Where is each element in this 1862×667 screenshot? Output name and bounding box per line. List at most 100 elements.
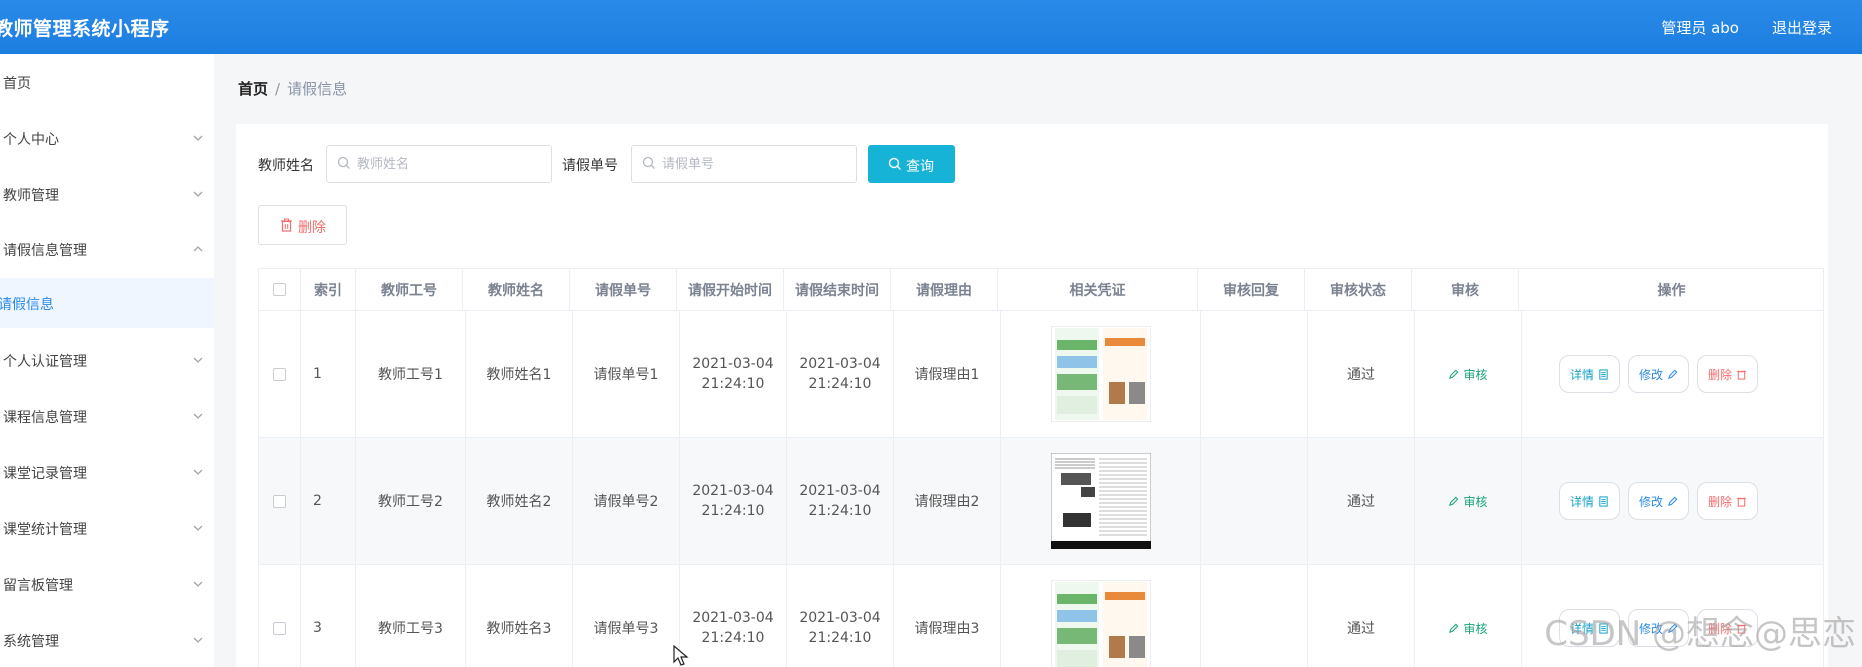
- sidebar-item-8[interactable]: 课堂统计管理: [0, 500, 214, 556]
- newspaper-thumbnail-icon[interactable]: [1050, 326, 1151, 422]
- row-checkbox[interactable]: [273, 621, 286, 635]
- cell-attachment: [1001, 438, 1201, 564]
- cell-reason: 请假理由2: [894, 438, 1001, 564]
- cell-leave-no: 请假单号3: [573, 565, 680, 667]
- chevron-down-icon: [193, 581, 203, 587]
- chevron-down-icon: [193, 413, 203, 419]
- search-icon: [888, 157, 901, 170]
- audit-label: 审核: [1463, 367, 1488, 382]
- cell-index: 3: [301, 565, 356, 667]
- trash-icon: [1736, 370, 1747, 380]
- sidebar-item-5[interactable]: 个人认证管理: [0, 332, 214, 388]
- audit-label: 审核: [1463, 494, 1488, 509]
- cell-teacher-name: 教师姓名3: [466, 565, 573, 667]
- chevron-up-icon: [193, 246, 203, 252]
- sidebar-item-label: 课程信息管理: [3, 410, 87, 426]
- sidebar-item-9[interactable]: 留言板管理: [0, 556, 214, 612]
- sidebar-item-1[interactable]: 个人中心: [0, 110, 214, 166]
- index-value: 2: [313, 493, 322, 509]
- table-row: 2 教师工号2 教师姓名2 请假单号2 2021-03-04 21:24:10 2021-0…: [259, 438, 1823, 565]
- audit-label: 审核: [1463, 621, 1488, 636]
- delete-button-label: 删除: [1707, 494, 1732, 509]
- teacher-id-value: 教师工号2: [378, 494, 443, 510]
- sidebar-item-3[interactable]: 请假信息管理: [0, 221, 214, 277]
- end-time: 21:24:10: [808, 503, 872, 519]
- reason-value: 请假理由3: [914, 621, 980, 637]
- document-thumbnail-icon[interactable]: [1050, 453, 1151, 549]
- detail-button[interactable]: 详情: [1559, 482, 1620, 520]
- search-icon: [337, 156, 350, 169]
- detail-button[interactable]: 详情: [1559, 355, 1620, 393]
- edit-icon: [1449, 496, 1459, 506]
- edit-button[interactable]: 修改: [1628, 482, 1689, 520]
- delete-button[interactable]: 删除: [1697, 482, 1758, 520]
- delete-button[interactable]: 删除: [1697, 355, 1758, 393]
- sidebar-item-4[interactable]: 请假信息: [0, 278, 214, 328]
- sidebar-item-7[interactable]: 课堂记录管理: [0, 444, 214, 500]
- bulk-delete-button[interactable]: 删除: [258, 205, 347, 245]
- query-button[interactable]: 查询: [868, 145, 955, 183]
- column-header: 请假单号: [570, 269, 677, 310]
- teacher-name-label: 教师姓名: [258, 158, 314, 174]
- select-all-checkbox-cell[interactable]: [259, 269, 301, 310]
- reason-value: 请假理由2: [914, 494, 980, 510]
- breadcrumb: 首页 / 请假信息: [238, 78, 347, 99]
- row-checkbox-cell: [259, 438, 301, 564]
- cell-status: 通过: [1308, 565, 1415, 667]
- end-datetime: 2021-03-04 21:24:10: [799, 481, 880, 521]
- edit-button[interactable]: 修改: [1628, 355, 1689, 393]
- sidebar-item-label: 请假信息管理: [3, 243, 87, 259]
- start-datetime: 2021-03-04 21:24:10: [692, 481, 773, 521]
- start-datetime: 2021-03-04 21:24:10: [692, 354, 773, 394]
- teacher-name-value: 教师姓名3: [486, 621, 552, 637]
- status-value: 通过: [1347, 494, 1375, 510]
- audit-link[interactable]: 审核: [1448, 620, 1488, 637]
- top-bar: 教师管理系统小程序 管理员 abo 退出登录: [0, 0, 1862, 54]
- table-row: 1 教师工号1 教师姓名1 请假单号1 2021-03-04 21:24:10 2021-0…: [259, 311, 1823, 438]
- row-checkbox[interactable]: [273, 367, 286, 381]
- select-all-checkbox[interactable]: [273, 283, 286, 296]
- leave-no-label: 请假单号: [562, 158, 618, 174]
- start-datetime: 2021-03-04 21:24:10: [692, 608, 773, 648]
- cell-status: 通过: [1308, 438, 1415, 564]
- row-checkbox-cell: [259, 565, 301, 667]
- newspaper-thumbnail-icon[interactable]: [1050, 580, 1151, 667]
- edit-icon: [1668, 369, 1678, 379]
- logout-link[interactable]: 退出登录: [1772, 17, 1832, 38]
- start-time: 21:24:10: [701, 630, 765, 646]
- audit-link[interactable]: 审核: [1448, 493, 1488, 510]
- cell-leave-no: 请假单号1: [573, 311, 680, 437]
- audit-link[interactable]: 审核: [1448, 366, 1488, 383]
- teacher-name-input[interactable]: [357, 154, 537, 174]
- index-value: 3: [313, 620, 322, 636]
- column-header: 操作: [1519, 269, 1823, 310]
- breadcrumb-home[interactable]: 首页: [238, 80, 268, 98]
- cell-index: 1: [301, 311, 356, 437]
- cell-end-time: 2021-03-04 21:24:10: [787, 438, 894, 564]
- sidebar-item-0[interactable]: 首页: [0, 54, 214, 110]
- cell-teacher-id: 教师工号2: [356, 438, 466, 564]
- sidebar-item-2[interactable]: 教师管理: [0, 166, 214, 222]
- cell-reply: [1201, 565, 1308, 667]
- cell-teacher-name: 教师姓名1: [466, 311, 573, 437]
- column-header: 请假理由: [891, 269, 998, 310]
- reason-value: 请假理由1: [914, 367, 980, 383]
- sidebar-item-label: 系统管理: [3, 634, 59, 650]
- sidebar-item-6[interactable]: 课程信息管理: [0, 388, 214, 444]
- start-date: 2021-03-04: [692, 483, 774, 499]
- edit-icon: [1449, 369, 1459, 379]
- leave-no-field[interactable]: [631, 145, 857, 183]
- sidebar-item-label: 课堂记录管理: [3, 466, 87, 482]
- teacher-name-field[interactable]: [326, 145, 552, 183]
- breadcrumb-separator: /: [275, 80, 281, 98]
- sidebar-item-10[interactable]: 系统管理: [0, 612, 214, 667]
- sidebar-item-label: 个人中心: [3, 132, 59, 148]
- cell-leave-no: 请假单号2: [573, 438, 680, 564]
- sidebar: 首页个人中心教师管理请假信息管理请假信息 个人认证管理课程信息管理 课堂记录管理课堂…: [0, 54, 214, 667]
- cell-reason: 请假理由1: [894, 311, 1001, 437]
- column-header: 教师工号: [356, 269, 463, 310]
- leave-no-value: 请假单号2: [593, 494, 659, 510]
- row-checkbox[interactable]: [273, 494, 286, 508]
- leave-no-input[interactable]: [662, 154, 842, 174]
- trash-icon: [1736, 497, 1747, 507]
